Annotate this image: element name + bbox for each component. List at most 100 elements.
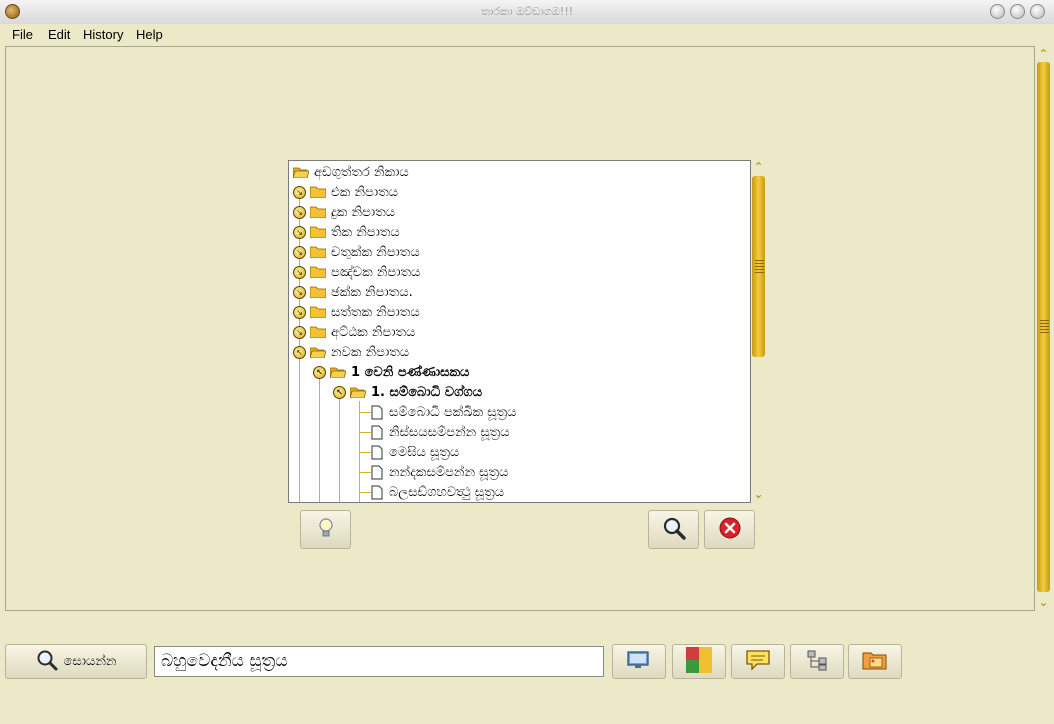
scroll-down-arrow-icon[interactable]: ⌄ xyxy=(1037,596,1050,609)
document-icon xyxy=(371,445,383,460)
tree-node-expanded[interactable]: ↖ 1 වෙනි පණ්ණාසකය xyxy=(313,362,469,382)
tree-line xyxy=(359,492,371,493)
collapse-icon[interactable]: ↖ xyxy=(293,345,306,359)
tree-leaf[interactable]: මෙඝිය සූත්‍රය xyxy=(371,442,459,462)
scroll-up-arrow-icon[interactable]: ⌃ xyxy=(1037,48,1050,61)
folder-icon xyxy=(310,226,326,238)
tree-scrollbar[interactable]: ⌃ ⌄ xyxy=(751,160,766,503)
tree-node-label: දුක නිපාතය xyxy=(331,204,395,220)
menu-history[interactable]: History xyxy=(83,27,123,42)
tree-line xyxy=(339,395,340,502)
folder-icon xyxy=(310,266,326,278)
expand-icon[interactable]: ↘ xyxy=(293,205,306,219)
minimize-button[interactable] xyxy=(990,4,1005,19)
monitor-icon xyxy=(626,650,652,674)
open-folder-icon xyxy=(310,346,326,358)
folder-icon xyxy=(310,326,326,338)
magnifier-icon xyxy=(662,516,686,544)
speech-bubble-icon xyxy=(745,649,771,675)
note-button[interactable] xyxy=(731,644,785,679)
tree-scroll-thumb[interactable] xyxy=(752,176,765,357)
open-folder-icon xyxy=(350,386,366,398)
tree-node[interactable]: ↘ දුක නිපාතය xyxy=(293,202,395,222)
tree-node-label: තික නිපාතය xyxy=(331,224,400,240)
close-button[interactable] xyxy=(704,510,755,549)
expand-icon[interactable]: ↘ xyxy=(293,305,306,319)
search-input[interactable]: බහුවෙදනීය සූත්‍රය xyxy=(154,646,604,677)
collapse-icon[interactable]: ↖ xyxy=(333,385,346,399)
menu-help[interactable]: Help xyxy=(136,27,163,42)
open-folder-icon xyxy=(330,366,346,378)
folder-icon xyxy=(310,306,326,318)
expand-icon[interactable]: ↘ xyxy=(293,285,306,299)
document-icon xyxy=(371,425,383,440)
tree-node-label: 1. සම්බොධි වග්ගය xyxy=(371,384,483,400)
tree-node-label: එක නිපාතය xyxy=(331,184,399,200)
scroll-up-arrow-icon[interactable]: ⌃ xyxy=(752,161,765,174)
tree-node-label: අට්ඨක නිපාතය xyxy=(331,324,416,340)
main-scrollbar[interactable]: ⌃ ⌄ xyxy=(1036,46,1051,612)
tree-node[interactable]: ↘ තික නිපාතය xyxy=(293,222,400,242)
tree-node[interactable]: ↘ එක නිපාතය xyxy=(293,182,398,202)
tree-node[interactable]: ↘ ඡක්ක නිපාතය. xyxy=(293,282,413,302)
tree-node-label: චතුක්ක නිපාතය xyxy=(331,244,420,260)
tree-view[interactable]: අඩගුත්තර නිකාය ↘ එක නිපාතය ↘ දුක නිපාතය ↘ ත… xyxy=(288,160,751,503)
tree-leaf[interactable]: නිස්සයසම්පන්න සූත්‍රය xyxy=(371,422,510,442)
menu-bar: File Edit History Help xyxy=(0,24,1054,45)
expand-icon[interactable]: ↘ xyxy=(293,225,306,239)
search-button[interactable]: සොයන්න xyxy=(5,644,147,679)
expand-icon[interactable]: ↘ xyxy=(293,245,306,259)
tree-button[interactable] xyxy=(790,644,844,679)
search-button-label: සොයන්න xyxy=(63,654,117,669)
title-bar: තාරකා ඔව්ඩාගඔ!!! xyxy=(0,0,1054,25)
tree-node-label: සම්බොධි පක්ඛික සූත්‍රය xyxy=(389,404,517,420)
screen-button[interactable] xyxy=(612,644,666,679)
expand-icon[interactable]: ↘ xyxy=(293,265,306,279)
hint-button[interactable] xyxy=(300,510,351,549)
red-x-icon xyxy=(719,517,741,543)
tree-root[interactable]: අඩගුත්තර නිකාය xyxy=(293,162,409,182)
tree-node-label: නිස්සයසම්පන්න සූත්‍රය xyxy=(389,424,510,440)
folder-icon xyxy=(310,186,326,198)
tree-line xyxy=(359,412,371,413)
sinhala-letters-icon xyxy=(686,646,712,677)
scroll-down-arrow-icon[interactable]: ⌄ xyxy=(752,488,765,501)
tree-node[interactable]: ↘ අට්ඨක නිපාතය xyxy=(293,322,415,342)
tree-node-label: සත්තක නිපාතය xyxy=(331,304,420,320)
tree-node-expanded[interactable]: ↖ නවක නිපාතය xyxy=(293,342,409,362)
alphabet-button[interactable] xyxy=(672,644,726,679)
tree-node-label: අඩගුත්තර නිකාය xyxy=(314,164,409,180)
menu-file[interactable]: File xyxy=(12,27,33,42)
grip-icon xyxy=(755,260,764,274)
tree-node[interactable]: ↘ චතුක්ක නිපාතය xyxy=(293,242,420,262)
main-scroll-thumb[interactable] xyxy=(1037,62,1050,592)
tree-node-label: 1 වෙනි පණ්ණාසකය xyxy=(351,364,470,380)
expand-icon[interactable]: ↘ xyxy=(293,325,306,339)
tree-leaf[interactable]: සම්බොධි පක්ඛික සූත්‍රය xyxy=(371,402,516,422)
tree-node-label: බලසඩ්ගහවත්‍ථු සූත්‍රය xyxy=(389,484,505,500)
close-window-button[interactable] xyxy=(1030,4,1045,19)
window-title: තාරකා ඔව්ඩාගඔ!!! xyxy=(480,5,574,18)
tree-node-expanded[interactable]: ↖ 1. සම්බොධි වග්ගය xyxy=(333,382,482,402)
menu-edit[interactable]: Edit xyxy=(48,27,70,42)
tree-leaf[interactable]: බලසඩ්ගහවත්‍ථු සූත්‍රය xyxy=(371,482,504,502)
open-folder-icon xyxy=(293,166,309,178)
collapse-icon[interactable]: ↖ xyxy=(313,365,326,379)
tree-node[interactable]: ↘ සත්තක නිපාතය xyxy=(293,302,420,322)
tree-line xyxy=(359,432,371,433)
tree-node-label: ඡක්ක නිපාතය. xyxy=(331,284,413,300)
expand-icon[interactable]: ↘ xyxy=(293,185,306,199)
tree-node[interactable]: ↘ පඤ්චක නිපාතය xyxy=(293,262,420,282)
document-icon xyxy=(371,485,383,500)
folder-icon xyxy=(310,206,326,218)
tree-leaf[interactable]: නන්දකසම්පන්න සූත්‍රය xyxy=(371,462,508,482)
maximize-button[interactable] xyxy=(1010,4,1025,19)
folder-image-button[interactable] xyxy=(848,644,902,679)
tree-line xyxy=(319,375,320,502)
find-button[interactable] xyxy=(648,510,699,549)
tree-line xyxy=(359,452,371,453)
document-icon xyxy=(371,405,383,420)
grip-icon xyxy=(1040,320,1049,334)
tree-icon xyxy=(806,649,828,675)
lightbulb-icon xyxy=(317,517,335,543)
